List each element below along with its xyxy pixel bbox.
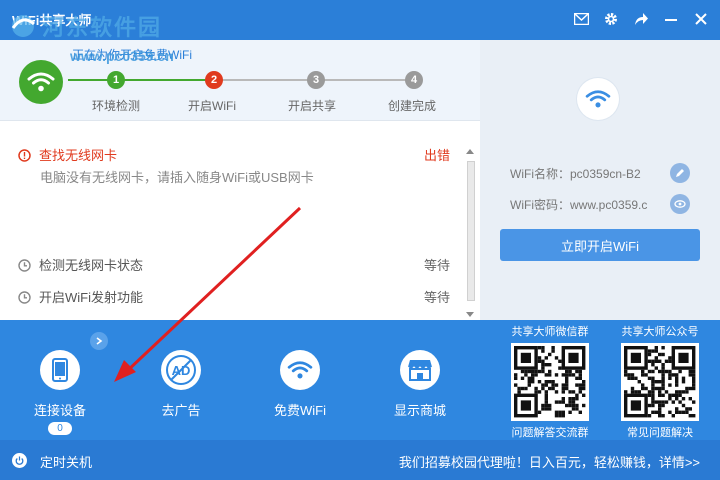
chevron-right-icon	[96, 337, 103, 345]
public-account-qr: 共享大师公众号 常见问题解决	[610, 323, 710, 440]
step-connector	[116, 79, 214, 81]
clock-icon	[18, 259, 31, 272]
wechat-group-qr: 共享大师微信群 问题解答交流群	[500, 323, 600, 440]
step-3-indicator: 3	[307, 71, 325, 89]
step-4-indicator: 4	[405, 71, 423, 89]
scroll-up-icon[interactable]	[466, 149, 474, 154]
task-list-panel: 查找无线网卡 出错 电脑没有无线网卡，请插入随身WiFi或USB网卡 检测无线网…	[0, 120, 480, 320]
app-title: WiFi共享大师	[12, 13, 92, 28]
wifi-name-label: WiFi名称：	[510, 167, 570, 181]
step-2-indicator: 2	[205, 71, 223, 89]
phone-icon	[40, 350, 80, 390]
promo-link[interactable]: 我们招募校园代理啦！日入百元，轻松赚钱，详情>>	[399, 452, 700, 471]
task-description: 电脑没有无线网卡，请插入随身WiFi或USB网卡	[40, 170, 314, 185]
toggle-password-button[interactable]	[670, 194, 690, 214]
qr-caption: 问题解答交流群	[511, 427, 589, 439]
wifi-icon	[280, 350, 320, 390]
task-title: 开启WiFi发射功能	[39, 290, 143, 305]
step-1-indicator: 1	[107, 71, 125, 89]
task-title: 查找无线网卡	[39, 148, 118, 163]
tools-bar: 连接设备 0 AD 去广告 免费WiFi 显示商城 共享大师微信群 问题解答交流…	[0, 320, 720, 440]
show-store-button[interactable]: 显示商城	[380, 350, 460, 419]
task-title: 检测无线网卡状态	[39, 258, 144, 273]
power-icon[interactable]	[12, 453, 27, 468]
qr-code-icon	[511, 343, 589, 421]
device-count-badge: 0	[48, 422, 72, 435]
scroll-thumb[interactable]	[467, 161, 475, 301]
wifi-name-row: WiFi名称：pc0359cn-B2	[510, 165, 641, 182]
task-status: 等待	[423, 290, 450, 305]
step-4-label: 创建完成	[387, 99, 436, 113]
wifi-icon	[585, 90, 611, 108]
wifi-name-value: pc0359cn-B2	[570, 167, 641, 181]
clock-icon	[18, 291, 31, 304]
gear-icon[interactable]	[602, 10, 620, 28]
task-status: 等待	[423, 258, 450, 273]
steps-header: 正在为你开启免费WiFi	[72, 48, 192, 62]
share-icon[interactable]	[632, 10, 650, 28]
no-ad-icon: AD	[161, 350, 201, 390]
expand-tools-button[interactable]	[90, 332, 108, 350]
edit-name-button[interactable]	[670, 163, 690, 183]
store-icon	[400, 350, 440, 390]
pencil-icon	[676, 169, 684, 177]
tool-label: 去广告	[161, 403, 201, 418]
tool-label: 显示商城	[393, 403, 446, 418]
wifi-password-value: www.pc0359.c	[570, 198, 648, 212]
task-row: 开启WiFi发射功能	[18, 287, 143, 306]
footer-bar: 定时关机 我们招募校园代理啦！日入百元，轻松赚钱，详情>>	[0, 440, 720, 480]
qr-caption: 常见问题解决	[627, 427, 693, 439]
wifi-password-row: WiFi密码：www.pc0359.c	[510, 196, 647, 213]
connected-devices-button[interactable]: 连接设备 0	[20, 350, 100, 435]
wifi-info-panel: WiFi名称：pc0359cn-B2 WiFi密码：www.pc0359.c 立…	[480, 40, 720, 320]
eye-icon	[674, 200, 686, 208]
scroll-down-icon[interactable]	[466, 312, 474, 317]
tool-label: 免费WiFi	[274, 403, 326, 418]
task-status: 出错	[423, 148, 450, 163]
task-row: 查找无线网卡	[18, 145, 117, 164]
alert-icon	[18, 149, 31, 162]
qr-title: 共享大师微信群	[511, 326, 589, 338]
step-1-label: 环境检测	[91, 99, 140, 113]
window-controls	[572, 10, 710, 28]
qr-title: 共享大师公众号	[621, 326, 699, 338]
status-wifi-badge	[19, 60, 63, 104]
progress-steps-panel: 正在为你开启免费WiFi www.pc0359.cn 1 2 3 4 环境检测 …	[0, 40, 480, 120]
free-wifi-button[interactable]: 免费WiFi	[260, 350, 340, 419]
start-wifi-button[interactable]: 立即开启WiFi	[500, 229, 700, 261]
scheduled-shutdown-link[interactable]: 定时关机	[40, 452, 92, 471]
scrollbar[interactable]	[464, 149, 476, 317]
qr-code-icon	[621, 343, 699, 421]
wifi-password-label: WiFi密码：	[510, 198, 570, 212]
tool-label: 连接设备	[33, 403, 86, 418]
minimize-icon[interactable]	[662, 10, 680, 28]
task-row: 检测无线网卡状态	[18, 255, 143, 274]
mail-icon[interactable]	[572, 10, 590, 28]
remove-ads-button[interactable]: AD 去广告	[141, 350, 221, 419]
step-3-label: 开启共享	[287, 99, 336, 113]
wifi-icon	[27, 72, 55, 92]
close-icon[interactable]	[692, 10, 710, 28]
step-2-label: 开启WiFi	[188, 99, 236, 113]
wifi-status-badge	[577, 78, 619, 120]
title-bar: WiFi共享大师 河东软件园	[0, 0, 720, 40]
